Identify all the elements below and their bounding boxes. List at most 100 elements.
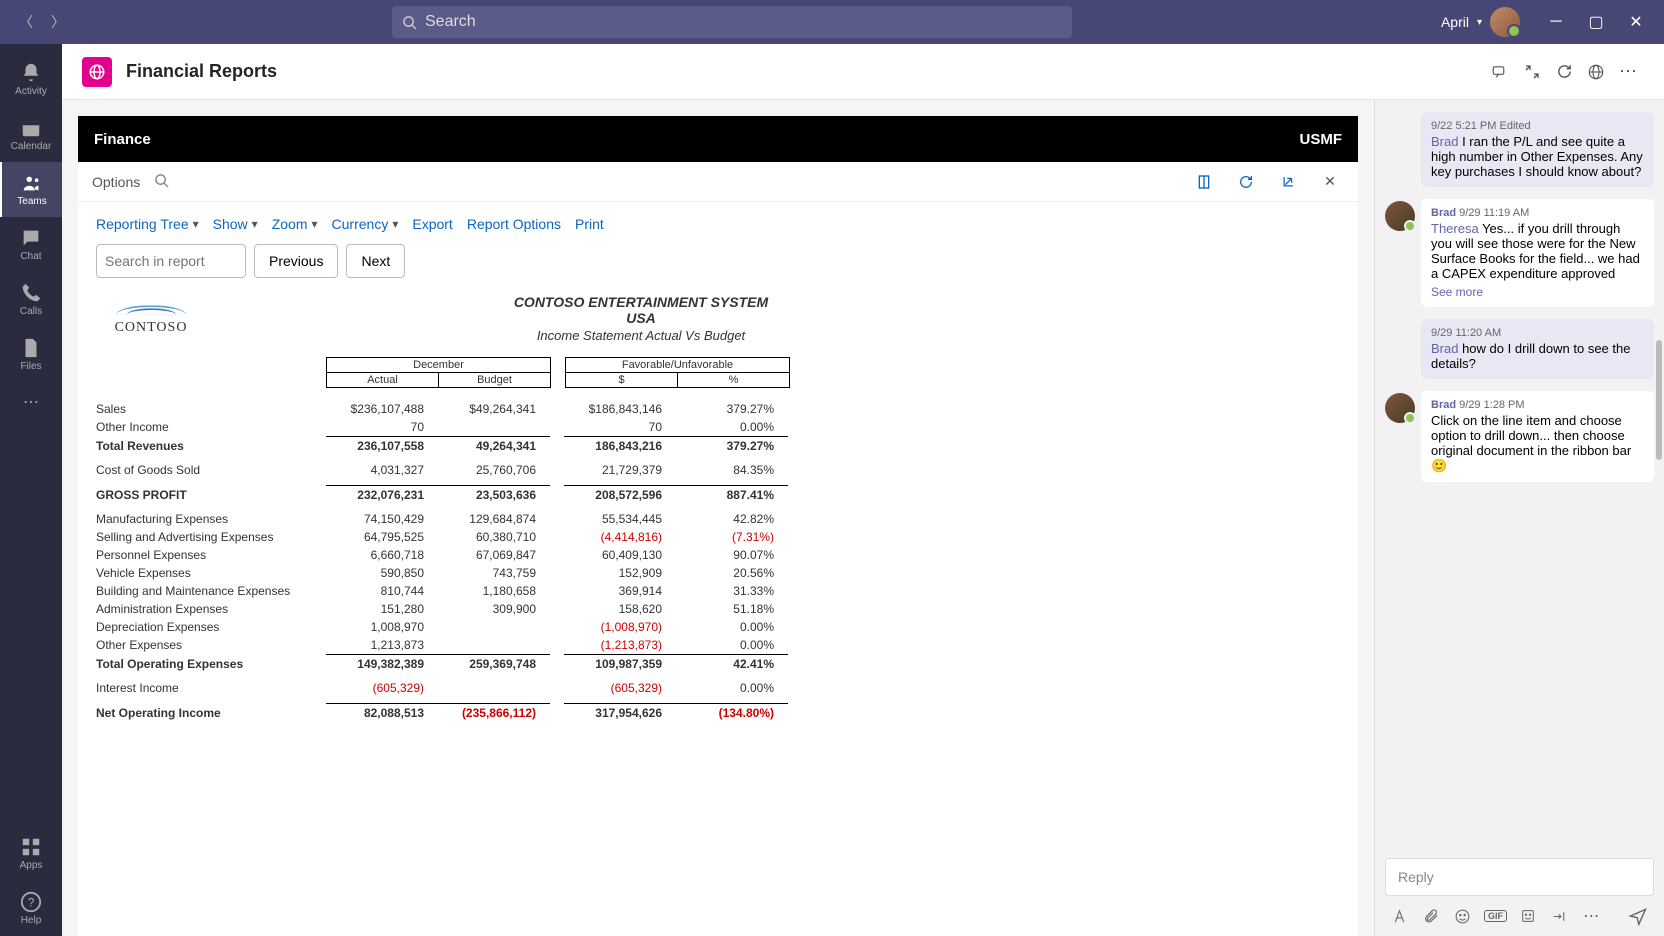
cell-variance: 186,843,216	[564, 437, 676, 455]
report-row[interactable]: Building and Maintenance Expenses810,744…	[96, 582, 1340, 600]
rail-activity[interactable]: Activity	[0, 52, 62, 107]
collapse-icon[interactable]	[1516, 56, 1548, 88]
emoji-icon[interactable]	[1454, 906, 1472, 926]
window-minimize-button[interactable]: ─	[1536, 7, 1576, 37]
gif-icon[interactable]: GIF	[1486, 906, 1506, 926]
tb-print[interactable]: Print	[575, 216, 604, 232]
cell-actual: 4,031,327	[326, 461, 438, 479]
cell-pct: (134.80%)	[676, 704, 788, 722]
report-row[interactable]: Vehicle Expenses590,850743,759152,90920.…	[96, 564, 1340, 582]
cell-pct: 90.07%	[676, 546, 788, 564]
rail-calendar[interactable]: Calendar	[0, 107, 62, 162]
report-row[interactable]: Total Operating Expenses149,382,389259,3…	[96, 655, 1340, 673]
module-bar: Finance USMF	[78, 116, 1358, 162]
tb-show[interactable]: Show▾	[213, 216, 258, 232]
message-avatar	[1385, 201, 1415, 231]
next-button[interactable]: Next	[346, 244, 405, 278]
options-label[interactable]: Options	[92, 174, 140, 190]
tb-export[interactable]: Export	[412, 216, 452, 232]
send-icon[interactable]	[1628, 906, 1648, 926]
tb-reporting-tree[interactable]: Reporting Tree▾	[96, 216, 199, 232]
more-icon[interactable]: ⋯	[1612, 56, 1644, 88]
row-label: Total Operating Expenses	[96, 655, 326, 673]
chevron-down-icon: ▾	[193, 217, 199, 231]
search-icon	[402, 15, 417, 30]
cell-budget: 23,503,636	[438, 486, 550, 504]
report-row[interactable]: Personnel Expenses6,660,71867,069,84760,…	[96, 546, 1340, 564]
cell-actual: 82,088,513	[326, 704, 438, 722]
report-row[interactable]: Sales$236,107,488$49,264,341$186,843,146…	[96, 400, 1340, 418]
report-row[interactable]: GROSS PROFIT232,076,23123,503,636208,572…	[96, 486, 1340, 504]
rail-label: Help	[21, 915, 42, 926]
nav-forward-button[interactable]: 〉	[44, 8, 72, 36]
report-row[interactable]: Other Expenses1,213,873(1,213,873)0.00%	[96, 636, 1340, 654]
rail-more[interactable]: ⋯	[0, 382, 62, 422]
compose-toolbar: GIF ⋯	[1385, 902, 1654, 936]
close-icon[interactable]: ✕	[1316, 168, 1344, 196]
rail-teams[interactable]: Teams	[0, 162, 62, 217]
row-label: GROSS PROFIT	[96, 486, 326, 504]
chat-toggle-icon[interactable]	[1484, 56, 1516, 88]
svg-text:?: ?	[28, 896, 35, 910]
report-row[interactable]: Depreciation Expenses1,008,970(1,008,970…	[96, 618, 1340, 636]
report-row[interactable]: Manufacturing Expenses74,150,429129,684,…	[96, 510, 1340, 528]
cell-variance: 109,987,359	[564, 655, 676, 673]
row-label: Vehicle Expenses	[96, 564, 326, 582]
search-icon[interactable]	[154, 173, 169, 191]
report-row[interactable]: Net Operating Income82,088,513(235,866,1…	[96, 704, 1340, 722]
report-row[interactable]: Administration Expenses151,280309,900158…	[96, 600, 1340, 618]
previous-button[interactable]: Previous	[254, 244, 338, 278]
attach-icon[interactable]	[1423, 906, 1441, 926]
cell-variance: 158,620	[564, 600, 676, 618]
window-maximize-button[interactable]: ▢	[1576, 7, 1616, 37]
window-close-button[interactable]: ✕	[1616, 7, 1656, 37]
report-row[interactable]: Selling and Advertising Expenses64,795,5…	[96, 528, 1340, 546]
report-search-input[interactable]	[96, 244, 246, 278]
cell-pct: 0.00%	[676, 618, 788, 636]
chat-message[interactable]: 9/22 5:21 PM EditedBrad I ran the P/L an…	[1421, 112, 1654, 187]
user-avatar[interactable]	[1490, 7, 1520, 37]
doc-icon[interactable]	[1190, 168, 1218, 196]
popout-icon[interactable]	[1274, 168, 1302, 196]
report-row[interactable]: Cost of Goods Sold4,031,32725,760,70621,…	[96, 461, 1340, 479]
rail-calls[interactable]: Calls	[0, 272, 62, 327]
rail-apps[interactable]: Apps	[0, 826, 62, 881]
search-placeholder: Search	[425, 13, 476, 31]
cell-pct: 379.27%	[676, 437, 788, 455]
row-label: Selling and Advertising Expenses	[96, 528, 326, 546]
scrollbar-thumb[interactable]	[1656, 340, 1662, 460]
row-label: Total Revenues	[96, 437, 326, 455]
format-icon[interactable]	[1391, 906, 1409, 926]
rail-files[interactable]: Files	[0, 327, 62, 382]
report-row[interactable]: Other Income70700.00%	[96, 418, 1340, 436]
reply-input[interactable]: Reply	[1385, 858, 1654, 896]
tb-zoom[interactable]: Zoom▾	[272, 216, 318, 232]
rail-label: Files	[20, 361, 41, 372]
cell-budget: 60,380,710	[438, 528, 550, 546]
rail-help[interactable]: ? Help	[0, 881, 62, 936]
reload-icon[interactable]	[1548, 56, 1580, 88]
chat-message[interactable]: Brad 9/29 11:19 AMTheresa Yes... if you …	[1421, 199, 1654, 307]
globe-icon[interactable]	[1580, 56, 1612, 88]
message-text: Brad I ran the P/L and see quite a high …	[1431, 134, 1644, 179]
tb-report-options[interactable]: Report Options	[467, 216, 561, 232]
cell-actual: 232,076,231	[326, 486, 438, 504]
compose-more-icon[interactable]: ⋯	[1583, 906, 1601, 926]
user-menu[interactable]: April ▾	[1441, 7, 1520, 37]
cell-budget: 67,069,847	[438, 546, 550, 564]
chat-message[interactable]: 9/29 11:20 AMBrad how do I drill down to…	[1421, 319, 1654, 379]
tb-currency[interactable]: Currency▾	[332, 216, 399, 232]
report-row[interactable]: Interest Income(605,329)(605,329)0.00%	[96, 679, 1340, 697]
cell-budget: 1,180,658	[438, 582, 550, 600]
refresh-icon[interactable]	[1232, 168, 1260, 196]
global-search-input[interactable]: Search	[392, 6, 1072, 38]
stream-icon[interactable]	[1551, 906, 1569, 926]
see-more-link[interactable]: See more	[1431, 285, 1644, 299]
tab-header: Financial Reports ⋯	[62, 44, 1664, 100]
chat-message[interactable]: Brad 9/29 1:28 PMClick on the line item …	[1421, 391, 1654, 482]
report-row[interactable]: Total Revenues236,107,55849,264,341186,8…	[96, 437, 1340, 455]
rail-label: Apps	[20, 860, 43, 871]
sticker-icon[interactable]	[1520, 906, 1538, 926]
nav-back-button[interactable]: 〈	[12, 8, 40, 36]
rail-chat[interactable]: Chat	[0, 217, 62, 272]
